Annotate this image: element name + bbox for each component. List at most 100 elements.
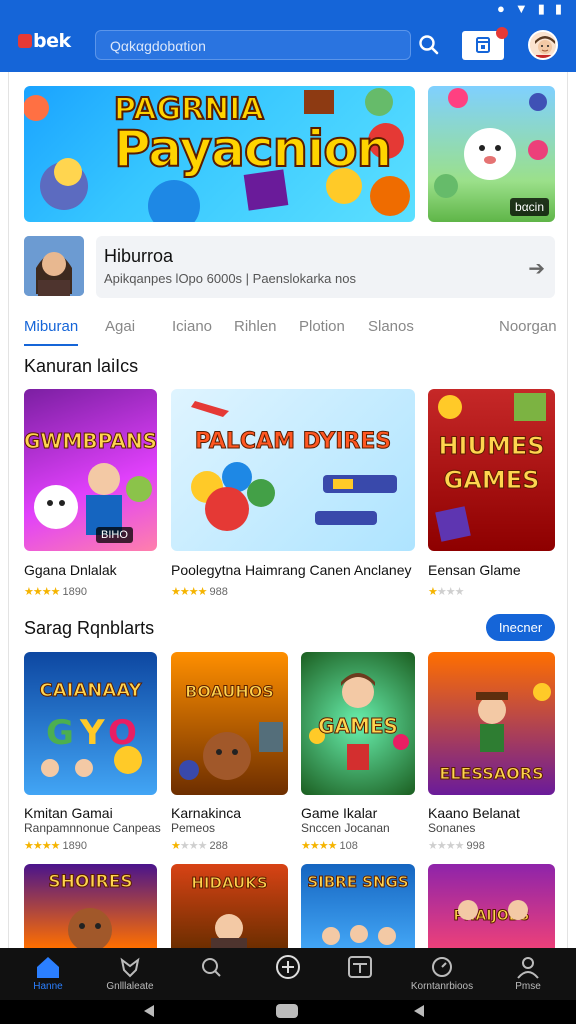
puzzle-icon [120,957,140,978]
rating-stars: ★★★★ [171,840,207,852]
game-card-image[interactable]: HIDAUKS [171,864,288,948]
more-button[interactable]: Inecner [486,614,555,641]
side-banner[interactable]: bαcin [428,86,555,222]
nav-search[interactable] [172,954,252,981]
game-card-title[interactable]: Karnakinca [171,805,241,821]
nav-label: Hanne [33,981,63,992]
nav-collections[interactable] [320,954,400,981]
search-input[interactable]: Qαkαgdobαtion [95,30,411,60]
game-card-image[interactable]: GWMBPANS BIHO [24,389,157,551]
game-card-rating: ★★★★ 998 [428,839,485,852]
banner-title-main: Payacnion [113,119,393,179]
home-button-icon[interactable] [276,1004,298,1018]
nav-label: Korntanrbioos [410,981,474,992]
back-icon[interactable] [144,1005,154,1017]
game-card-art: G Y O [41,713,142,777]
nav-home[interactable]: Hanne [8,954,88,992]
profile-subtitle: Apikqanpes lOpo 6000s | Paenslokarka nos [104,271,356,286]
notification-icon: ● [496,1,505,16]
profile-thumbnail[interactable] [24,236,84,296]
game-card-rating: ★★★★ 1890 [24,585,87,598]
game-card-title[interactable]: Ggana Dnlalak [24,562,117,578]
active-tab-indicator [24,344,78,346]
rating-stars: ★★★★ [428,840,464,852]
profile-face-icon [24,236,84,296]
game-card-art [34,463,152,535]
tab-4[interactable]: Plotion [299,318,345,335]
game-card-rating: ★★★★ 988 [171,585,228,598]
game-card-art [211,914,247,948]
game-card-image[interactable]: SIBRE SNGS [301,864,415,948]
game-card-art [458,900,528,920]
game-card-rating: ★★★★ 108 [301,839,358,852]
app-logo[interactable]: bek [18,30,71,52]
nav-profile[interactable]: Pmse [488,954,568,992]
game-card-title[interactable]: Eensan Glame [428,562,521,578]
tab-6[interactable]: Noorgan [499,318,557,335]
side-banner-badge: bαcin [510,198,549,216]
signal-icon: ▮ [537,1,545,16]
rating-count: 998 [466,840,485,852]
featured-banner[interactable]: PAGRNIA Payacnion [24,86,415,222]
user-avatar[interactable] [528,30,558,60]
arrow-right-icon[interactable]: ➔ [528,256,545,281]
game-card-subtitle: Ranpamnnonue Canpeas [24,821,161,835]
game-card-image[interactable]: BOAUHOS [171,652,288,795]
rating-count: 1890 [62,586,87,598]
tab-0[interactable]: Miburan [24,318,78,335]
tab-5[interactable]: Slanos [368,318,414,335]
profile-icon [517,957,539,979]
wifi-icon: ▼ [514,1,528,16]
profile-card[interactable]: Hiburroa Apikqanpes lOpo 6000s | Paenslo… [96,236,555,298]
status-icons: ● ▼ ▮ ▮ [497,1,562,17]
game-card-image[interactable]: CAIANAAY G Y O [24,652,157,795]
calendar-button[interactable] [462,27,508,60]
game-card-art [322,925,396,945]
game-card-art [68,908,112,948]
game-card-title[interactable]: Game Ikalar [301,805,377,821]
game-card-title[interactable]: Kaano Belanat [428,805,520,821]
search-icon [419,35,439,55]
rating-count: 288 [209,840,228,852]
rating-stars: ★★★★ [171,586,207,598]
timer-icon [432,957,452,977]
collections-icon [348,956,372,978]
nav-label: Pmse [515,981,541,992]
game-card-title[interactable]: Poolegytna Haimrang Canen Anclaney [171,562,415,578]
nav-games[interactable]: Gnlllaleate [90,954,170,992]
notification-badge [496,27,508,39]
game-card-image[interactable]: ELESSAORS [428,652,555,795]
status-bar: ● ▼ ▮ ▮ [0,0,576,18]
game-card-image[interactable]: PALCAM DYIRES [171,389,415,551]
search-placeholder: Qαkαgdobαtion [110,38,206,54]
rating-stars: ★★★★ [301,840,337,852]
category-tabs: Miburan Agai Iciano Rihlen Plotion Slano… [24,318,557,346]
bottom-navigation: Hanne Gnlllaleate Korntanrbioos Pmse [0,948,576,1000]
system-nav-buttons [144,1004,424,1018]
game-card-image[interactable]: HIUMES GAMES [428,389,555,551]
home-icon [37,957,59,978]
game-card-image[interactable]: GAMES [301,652,415,795]
rating-stars: ★★★★ [24,586,60,598]
rating-count: 108 [339,840,358,852]
nav-add[interactable] [248,954,328,981]
game-card-image[interactable]: PHAIJOBS [428,864,555,948]
logo-mark-icon [18,34,32,48]
search-button[interactable] [416,32,442,58]
recents-icon[interactable] [414,1005,424,1017]
rating-stars: ★★★★ [428,586,464,598]
rating-stars: ★★★★ [24,840,60,852]
tab-3[interactable]: Rihlen [234,318,277,335]
game-card-subtitle: Snccen Jocanan [301,821,390,835]
tab-2[interactable]: Iciano [172,318,212,335]
game-card-subtitle: Pemeos [171,821,216,835]
game-card-art [191,401,397,531]
game-card-image[interactable]: SHOIRES [24,864,157,948]
svg-text:Y: Y [79,713,105,753]
profile-name: Hiburroa [104,246,174,266]
add-circle-icon [276,955,300,979]
nav-history[interactable]: Korntanrbioos [402,954,482,992]
tab-1[interactable]: Agai [105,318,135,335]
section-title: Kanuran laiIcs [24,356,139,376]
game-card-title[interactable]: Kmitan Gamai [24,805,113,821]
